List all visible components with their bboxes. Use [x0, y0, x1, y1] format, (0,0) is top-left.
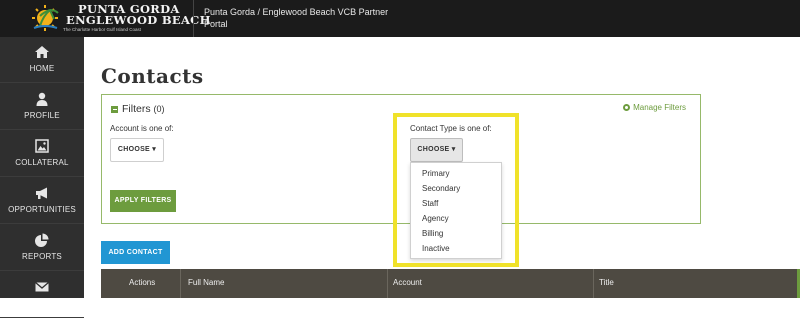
sidebar-item-profile[interactable]: PROFILE	[0, 84, 84, 130]
account-choose-dropdown[interactable]: CHOOSE ▾	[110, 138, 164, 162]
logo-text-line2: Englewood Beach	[66, 13, 211, 27]
collapse-filters-icon[interactable]	[111, 106, 118, 113]
envelope-icon	[35, 282, 49, 292]
home-icon	[35, 46, 49, 58]
sidebar-item-label: REPORTS	[22, 252, 62, 261]
gear-icon	[623, 104, 631, 111]
sidebar: HOME PROFILE COLLATERAL OPPORTUNITIES RE…	[0, 37, 84, 318]
manage-filters-link[interactable]: Manage Filters	[623, 103, 686, 112]
highlight-box	[393, 113, 519, 267]
sidebar-item-label: HOME	[29, 64, 55, 73]
page-title: Contacts	[101, 64, 204, 88]
apply-filters-button[interactable]: APPLY FILTERS	[110, 190, 176, 212]
account-choose-label: CHOOSE	[117, 146, 151, 153]
filters-heading[interactable]: Filters (0)	[122, 103, 165, 115]
filters-title: Filters	[122, 103, 151, 115]
image-icon	[35, 139, 49, 153]
sidebar-item-reports[interactable]: REPORTS	[0, 225, 84, 271]
pie-chart-icon	[35, 233, 49, 247]
site-logo[interactable]: Punta Gorda Englewood Beach The Charlott…	[0, 0, 211, 37]
manage-filters-label: Manage Filters	[633, 103, 686, 112]
user-icon	[36, 92, 48, 106]
add-contact-button[interactable]: ADD CONTACT	[101, 241, 170, 264]
column-header-title[interactable]: Title	[599, 278, 614, 287]
filters-count: (0)	[153, 104, 165, 114]
top-bar: Punta Gorda Englewood Beach The Charlott…	[0, 0, 800, 37]
column-header-actions[interactable]: Actions	[129, 278, 155, 287]
sun-palm-logo-icon	[32, 5, 59, 31]
account-filter-label: Account is one of:	[110, 124, 174, 133]
column-divider	[387, 269, 388, 298]
topbar-divider	[193, 0, 194, 37]
portal-title: Punta Gorda / Englewood Beach VCB Partne…	[204, 7, 389, 29]
contacts-table-header: Actions Full Name Account Title	[101, 269, 800, 298]
logo-tagline: The Charlotte Harbor Gulf Island Coast	[63, 27, 142, 32]
column-divider	[180, 269, 181, 298]
column-header-account[interactable]: Account	[393, 278, 422, 287]
sidebar-item-messages[interactable]	[0, 272, 84, 318]
sidebar-item-opportunities[interactable]: OPPORTUNITIES	[0, 178, 84, 224]
column-header-full-name[interactable]: Full Name	[188, 278, 224, 287]
sidebar-item-label: OPPORTUNITIES	[8, 205, 76, 214]
megaphone-icon	[36, 187, 47, 199]
sidebar-item-home[interactable]: HOME	[0, 37, 84, 83]
sidebar-item-collateral[interactable]: COLLATERAL	[0, 131, 84, 177]
caret-down-icon: ▾	[152, 146, 157, 153]
sidebar-item-label: COLLATERAL	[15, 158, 69, 167]
sidebar-item-label: PROFILE	[24, 111, 60, 120]
column-divider	[593, 269, 594, 298]
